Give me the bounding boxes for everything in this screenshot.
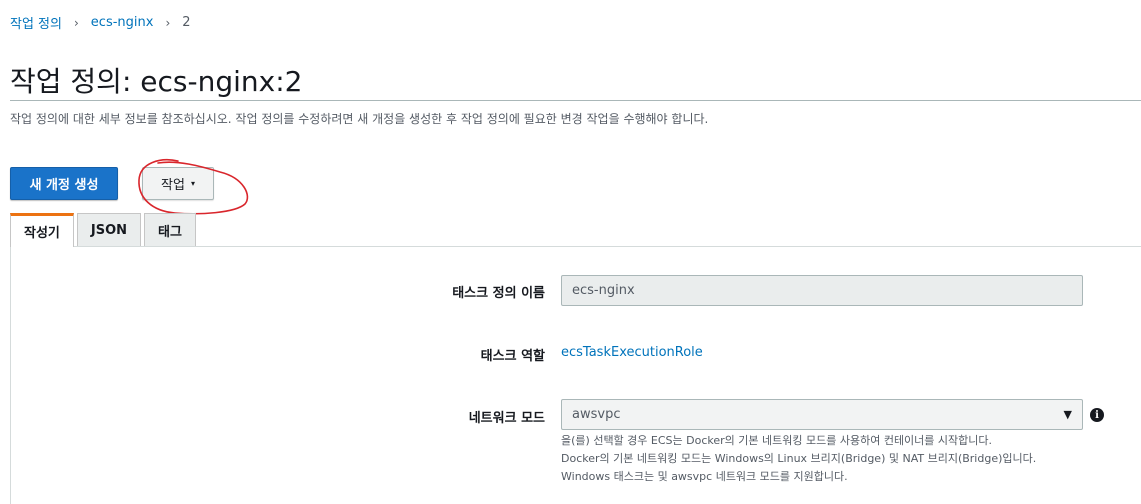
page-description: 작업 정의에 대한 세부 정보를 참조하십시오. 작업 정의를 수정하려면 새 … bbox=[10, 112, 709, 126]
create-revision-button[interactable]: 새 개정 생성 bbox=[10, 167, 118, 200]
actions-label: 작업 bbox=[161, 178, 185, 193]
network-mode-help-line-1: 을(를) 선택할 경우 ECS는 Docker의 기본 네트워킹 모드를 사용하… bbox=[561, 434, 993, 447]
actions-dropdown-button[interactable]: 작업 ▾ bbox=[142, 167, 214, 200]
caret-down-icon: ▾ bbox=[190, 179, 195, 188]
task-role-label: 태스크 역할 bbox=[480, 349, 545, 364]
network-mode-value: awsvpc bbox=[572, 407, 621, 422]
task-def-name-field: ecs-nginx bbox=[561, 275, 1083, 306]
breadcrumb: 작업 정의 › ecs-nginx › 2 bbox=[10, 13, 191, 32]
tab-tags[interactable]: 태그 bbox=[144, 213, 196, 246]
task-def-name-value: ecs-nginx bbox=[572, 283, 635, 298]
breadcrumb-current: 2 bbox=[182, 15, 191, 30]
tab-json[interactable]: JSON bbox=[76, 213, 142, 246]
create-revision-label: 새 개정 생성 bbox=[29, 178, 99, 193]
network-mode-select[interactable]: awsvpc ▼ bbox=[561, 399, 1083, 430]
task-role-link[interactable]: ecsTaskExecutionRole bbox=[561, 345, 703, 360]
tab-json-label: JSON bbox=[90, 222, 128, 238]
breadcrumb-separator: › bbox=[165, 15, 171, 30]
network-mode-help-line-2: Docker의 기본 네트워킹 모드는 Windows의 Linux 브리지(B… bbox=[561, 452, 1037, 465]
info-icon[interactable]: i bbox=[1090, 408, 1104, 422]
breadcrumb-ecs-nginx[interactable]: ecs-nginx bbox=[91, 15, 154, 30]
task-def-name-label: 태스크 정의 이름 bbox=[452, 286, 545, 301]
tab-composer[interactable]: 작성기 bbox=[10, 213, 74, 247]
page-title: 작업 정의: ecs-nginx:2 bbox=[10, 65, 303, 98]
select-caret-icon: ▼ bbox=[1063, 408, 1072, 421]
breadcrumb-task-definitions[interactable]: 작업 정의 bbox=[10, 13, 62, 32]
tab-tags-label: 태그 bbox=[158, 224, 182, 240]
breadcrumb-separator: › bbox=[73, 15, 79, 30]
network-mode-help-line-3: Windows 태스크는 및 awsvpc 네트워크 모드를 지원합니다. bbox=[561, 470, 848, 483]
tab-bar: 작성기 JSON 태그 bbox=[10, 213, 199, 247]
network-mode-label: 네트워크 모드 bbox=[468, 411, 545, 426]
tab-composer-label: 작성기 bbox=[24, 226, 60, 241]
title-divider bbox=[10, 100, 1141, 101]
